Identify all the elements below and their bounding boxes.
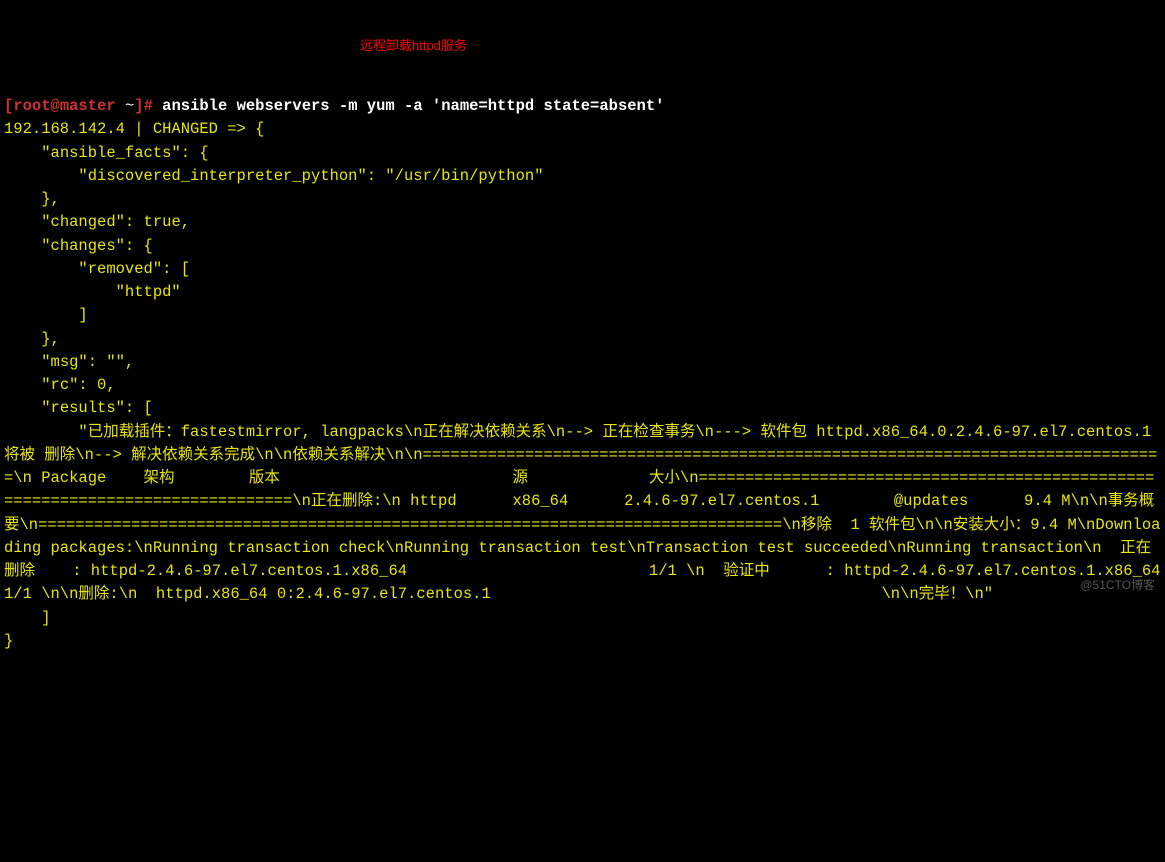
output-line-9: ] bbox=[4, 306, 88, 324]
output-line-2: "ansible_facts": { bbox=[4, 144, 209, 162]
output-line-1: 192.168.142.4 | CHANGED => { bbox=[4, 120, 264, 138]
output-line-4: }, bbox=[4, 190, 60, 208]
output-line-6: "changes": { bbox=[4, 237, 153, 255]
prompt-tilde: ~ bbox=[116, 97, 135, 115]
output-line-3: "discovered_interpreter_python": "/usr/b… bbox=[4, 167, 544, 185]
annotation-label: 远程卸载httpd服务 bbox=[360, 36, 467, 56]
output-line-5: "changed": true, bbox=[4, 213, 190, 231]
output-line-8: "httpd" bbox=[4, 283, 181, 301]
prompt-bracket-open: [ bbox=[4, 97, 13, 115]
prompt-user-host: root@master bbox=[13, 97, 115, 115]
prompt-hash: # bbox=[144, 97, 163, 115]
output-line-16: } bbox=[4, 632, 13, 650]
prompt-bracket-close: ] bbox=[134, 97, 143, 115]
output-line-7: "removed": [ bbox=[4, 260, 190, 278]
output-line-15: ] bbox=[4, 609, 51, 627]
output-line-10: }, bbox=[4, 330, 60, 348]
watermark-text: @51CTO博客 bbox=[1080, 576, 1155, 594]
terminal-output: [root@master ~]# ansible webservers -m y… bbox=[4, 95, 1161, 653]
output-line-14: "已加载插件：fastestmirror, langpacks\n正在解决依赖关… bbox=[4, 423, 1165, 604]
output-line-12: "rc": 0, bbox=[4, 376, 116, 394]
command-text: ansible webservers -m yum -a 'name=httpd… bbox=[162, 97, 664, 115]
output-line-13: "results": [ bbox=[4, 399, 153, 417]
output-line-11: "msg": "", bbox=[4, 353, 134, 371]
